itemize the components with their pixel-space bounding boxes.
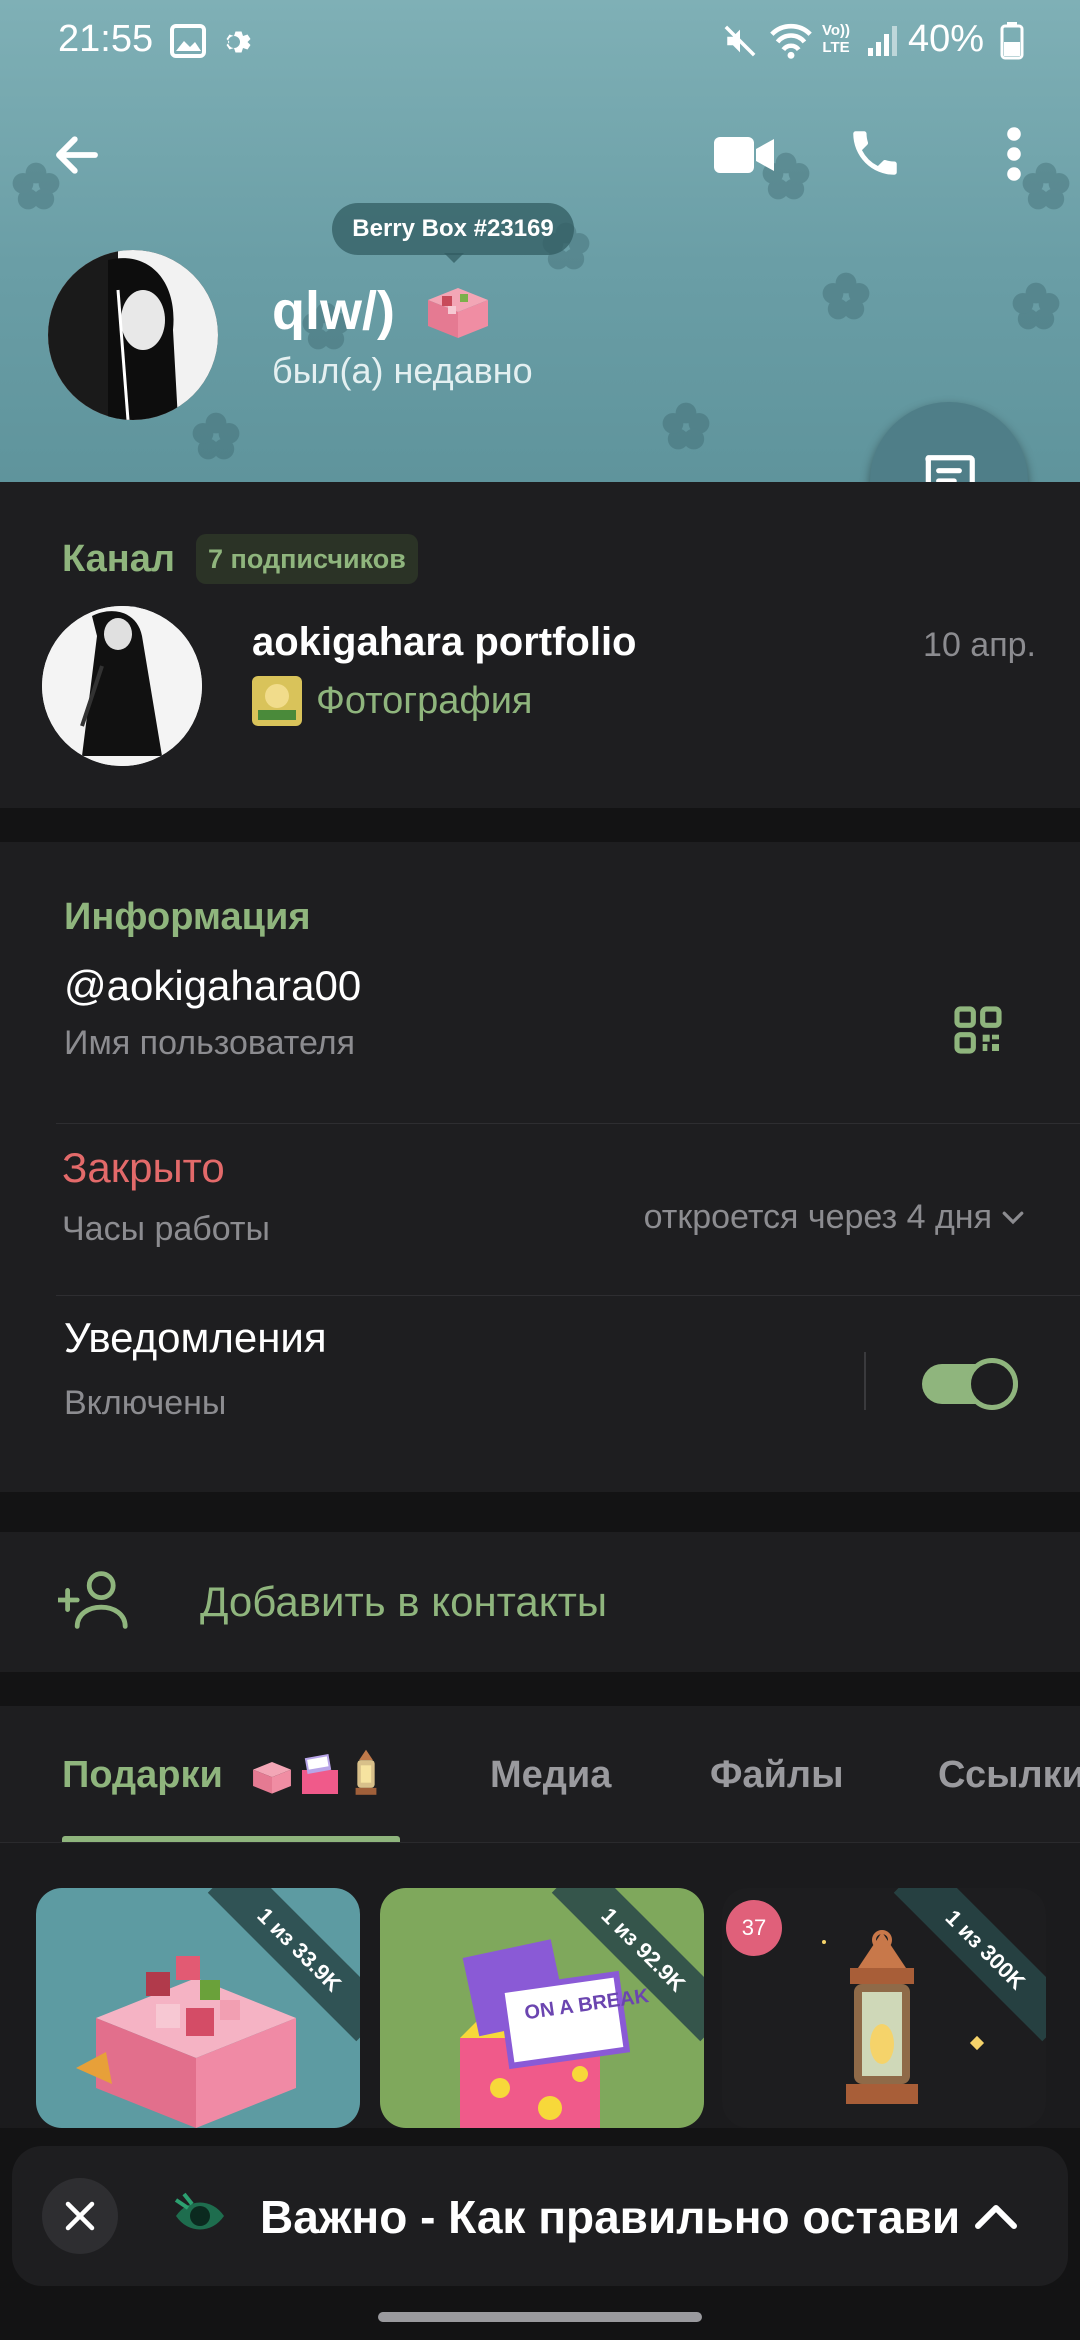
mute-icon xyxy=(724,25,756,57)
username-value: @aokigahara00 xyxy=(64,962,362,1009)
phone-icon[interactable] xyxy=(846,124,904,182)
notifications-state: Включены xyxy=(64,1384,227,1422)
sparkle xyxy=(822,1940,826,1944)
opens-in-text: откроется через 4 дня xyxy=(643,1198,992,1236)
add-contact-label: Добавить в контакты xyxy=(200,1578,608,1625)
channel-row[interactable]: aokigahara portfolio 10 апр. Фотография xyxy=(0,606,1080,776)
divider xyxy=(56,1123,1080,1124)
channel-name: aokigahara portfolio xyxy=(252,620,637,664)
pinned-bar[interactable]: Важно - Как правильно остави xyxy=(12,2146,1068,2286)
status-time: 21:55 xyxy=(58,18,154,60)
qr-code-icon[interactable] xyxy=(950,1002,1006,1058)
gear-icon xyxy=(226,31,251,53)
notifications-row[interactable]: Уведомления Включены xyxy=(0,1314,1080,1464)
username-row[interactable]: @aokigahara00 Имя пользователя xyxy=(0,962,1080,1092)
chevron-up-icon[interactable] xyxy=(972,2196,1020,2236)
back-arrow-icon[interactable] xyxy=(50,128,104,182)
flower-pattern-icon xyxy=(662,402,710,450)
flower-pattern-icon xyxy=(1012,282,1060,330)
notifications-toggle[interactable] xyxy=(922,1358,1018,1410)
sticker-thumbnail-icon xyxy=(252,676,302,726)
notifications-label: Уведомления xyxy=(64,1314,327,1361)
lantern-gift-image xyxy=(846,1930,918,2104)
eye-icon xyxy=(174,2192,224,2230)
divider xyxy=(56,1295,1080,1296)
profile-name: qlw/) xyxy=(272,281,395,341)
tab-files[interactable]: Файлы xyxy=(710,1754,844,1797)
hours-label: Часы работы xyxy=(62,1210,270,1248)
tab-gifts-label: Подарки xyxy=(62,1754,223,1796)
channel-date: 10 апр. xyxy=(923,626,1036,664)
gift-card[interactable]: 37 1 из 300K xyxy=(722,1888,1046,2128)
gift-badge-pointer xyxy=(444,253,464,263)
chevron-down-icon[interactable] xyxy=(998,1202,1028,1232)
subscribers-badge: 7 подписчиков xyxy=(196,534,418,584)
channel-section-label: Канал xyxy=(62,538,176,580)
avatar-photo xyxy=(48,250,218,420)
battery-percent: 40% xyxy=(908,18,985,60)
channel-subtitle: Фотография xyxy=(316,680,533,722)
gift-card[interactable]: 1 из 33.9K xyxy=(36,1888,360,2128)
profile-status: был(а) недавно xyxy=(272,350,533,391)
toggle-knob xyxy=(966,1358,1018,1410)
channel-section: Канал 7 подписчиков aokigahara portfolio… xyxy=(0,482,1080,808)
pinned-text: Важно - Как правильно остави xyxy=(260,2191,960,2243)
tab-links[interactable]: Ссылки xyxy=(938,1754,1080,1797)
gesture-navigation-bar[interactable] xyxy=(378,2312,702,2322)
volte-icon: Vo)) LTE xyxy=(822,22,851,56)
info-title: Информация xyxy=(64,896,311,938)
on-a-break-box-emoji-icon xyxy=(302,1754,338,1794)
avatar[interactable] xyxy=(48,250,218,420)
close-icon xyxy=(65,2201,95,2231)
battery-icon xyxy=(1000,22,1024,60)
tab-active-indicator xyxy=(62,1836,400,1842)
tab-gifts[interactable]: Подарки xyxy=(62,1754,223,1797)
gift-count-badge: 37 xyxy=(726,1900,782,1956)
gift-card[interactable]: ON A BREAK 1 из 92.9K xyxy=(380,1888,704,2128)
profile-tabs: Подарки Медиа Файлы Ссылки xyxy=(0,1706,1080,1843)
channel-avatar-photo xyxy=(42,606,202,766)
signal-icon xyxy=(868,26,897,56)
flower-pattern-icon xyxy=(822,272,870,320)
add-contact-row[interactable]: Добавить в контакты xyxy=(0,1532,1080,1672)
gift-badge[interactable]: Berry Box #23169 xyxy=(332,203,574,255)
vertical-divider xyxy=(864,1352,866,1410)
more-vert-icon[interactable] xyxy=(1000,126,1028,182)
gift-box-emoji-icon xyxy=(253,1762,291,1794)
sparkle xyxy=(969,2035,985,2051)
status-bar: 21:55 Vo)) LTE 40% xyxy=(0,0,1080,80)
business-hours-row[interactable]: Закрыто Часы работы откроется через 4 дн… xyxy=(0,1144,1080,1284)
channel-avatar xyxy=(42,606,202,766)
info-section: Информация @aokigahara00 Имя пользовател… xyxy=(0,842,1080,1492)
hours-status: Закрыто xyxy=(62,1144,225,1191)
flower-pattern-icon xyxy=(192,412,240,460)
image-icon xyxy=(170,24,206,58)
gift-box-emoji-icon[interactable] xyxy=(420,272,496,342)
username-label: Имя пользователя xyxy=(64,1024,355,1062)
wifi-icon xyxy=(770,23,812,59)
close-button[interactable] xyxy=(42,2178,118,2254)
add-contact-icon xyxy=(58,1571,128,1629)
tab-media[interactable]: Медиа xyxy=(490,1754,611,1797)
video-call-icon[interactable] xyxy=(712,132,776,178)
lantern-emoji-icon xyxy=(355,1749,377,1795)
